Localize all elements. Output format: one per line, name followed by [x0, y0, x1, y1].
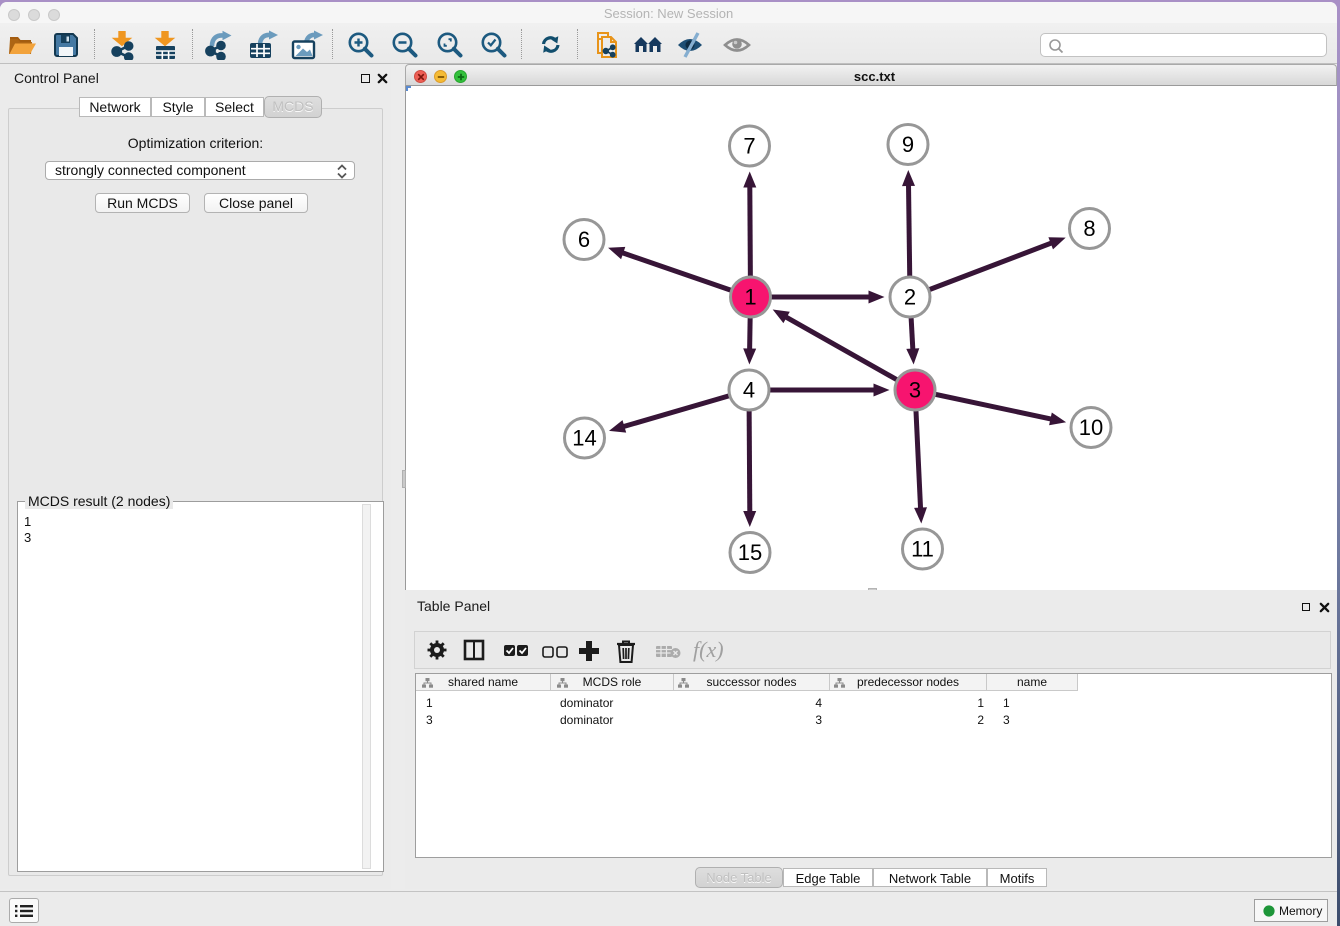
svg-text:3: 3 [909, 378, 921, 403]
svg-text:11: 11 [911, 537, 934, 562]
svg-text:9: 9 [902, 132, 914, 157]
svg-text:15: 15 [738, 540, 762, 565]
svg-text:2: 2 [904, 285, 916, 310]
svg-text:8: 8 [1083, 216, 1095, 241]
svg-text:1: 1 [744, 285, 756, 310]
svg-text:4: 4 [743, 378, 755, 403]
svg-text:14: 14 [572, 426, 596, 451]
svg-text:7: 7 [743, 134, 755, 159]
svg-text:6: 6 [578, 227, 590, 252]
svg-text:10: 10 [1079, 415, 1103, 440]
